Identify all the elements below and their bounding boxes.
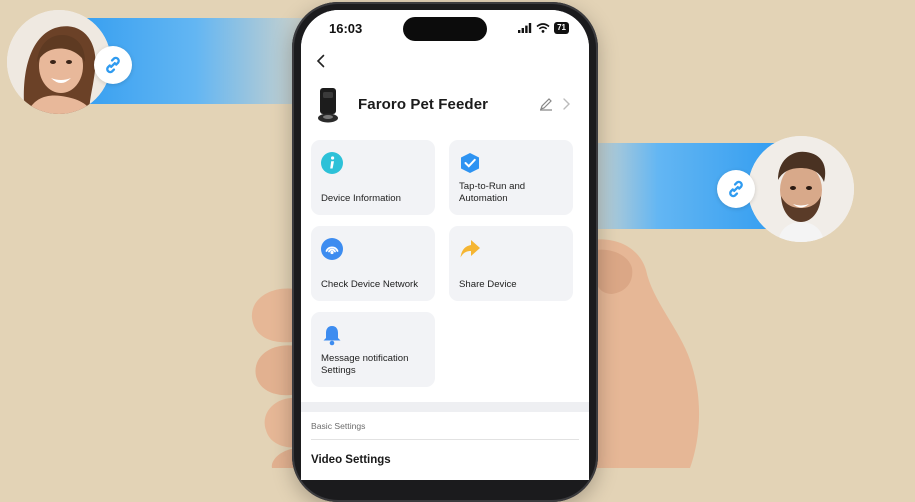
chevron-left-icon [316,54,325,68]
video-settings-item[interactable]: Video Settings [311,454,391,466]
link-icon-left [94,46,132,84]
battery-icon: 71 [554,22,569,34]
tap-to-run-automation-card[interactable]: Tap-to-Run and Automation [449,140,573,215]
automation-check-icon [461,153,479,173]
share-device-card[interactable]: Share Device [449,226,573,301]
section-divider [301,402,589,412]
chevron-right-icon [563,98,570,110]
cellular-signal-icon [518,23,532,33]
dynamic-island [403,17,487,41]
back-button[interactable] [311,50,331,72]
card-label: Tap-to-Run and Automation [459,181,526,204]
basic-settings-heading: Basic Settings [311,421,366,431]
card-label: Share Device [459,279,517,290]
status-time: 16:03 [329,21,363,36]
user-avatar-man [748,136,854,242]
card-label: Device Information [321,193,401,204]
info-icon [321,152,343,174]
share-arrow-icon [460,240,480,258]
card-label: Message notification Settings [321,353,409,376]
list-divider [311,439,579,440]
status-bar: 16:03 71 [301,10,589,46]
device-header[interactable]: Faroro Pet Feeder [301,88,589,123]
device-information-card[interactable]: Device Information [311,140,435,215]
message-notification-settings-card[interactable]: Message notification Settings [311,312,435,387]
bell-icon [323,326,341,346]
pet-feeder-device-image [318,88,338,123]
device-name: Faroro Pet Feeder [358,96,489,113]
edit-pencil-icon[interactable] [539,97,553,111]
check-device-network-card[interactable]: Check Device Network [311,226,435,301]
link-icon-right [717,170,755,208]
card-label: Check Device Network [321,279,419,290]
wifi-icon [536,23,550,33]
network-signal-icon [321,238,343,260]
phone-screen: 16:03 71 Faroro Pet Feeder Device Inform… [301,10,589,480]
